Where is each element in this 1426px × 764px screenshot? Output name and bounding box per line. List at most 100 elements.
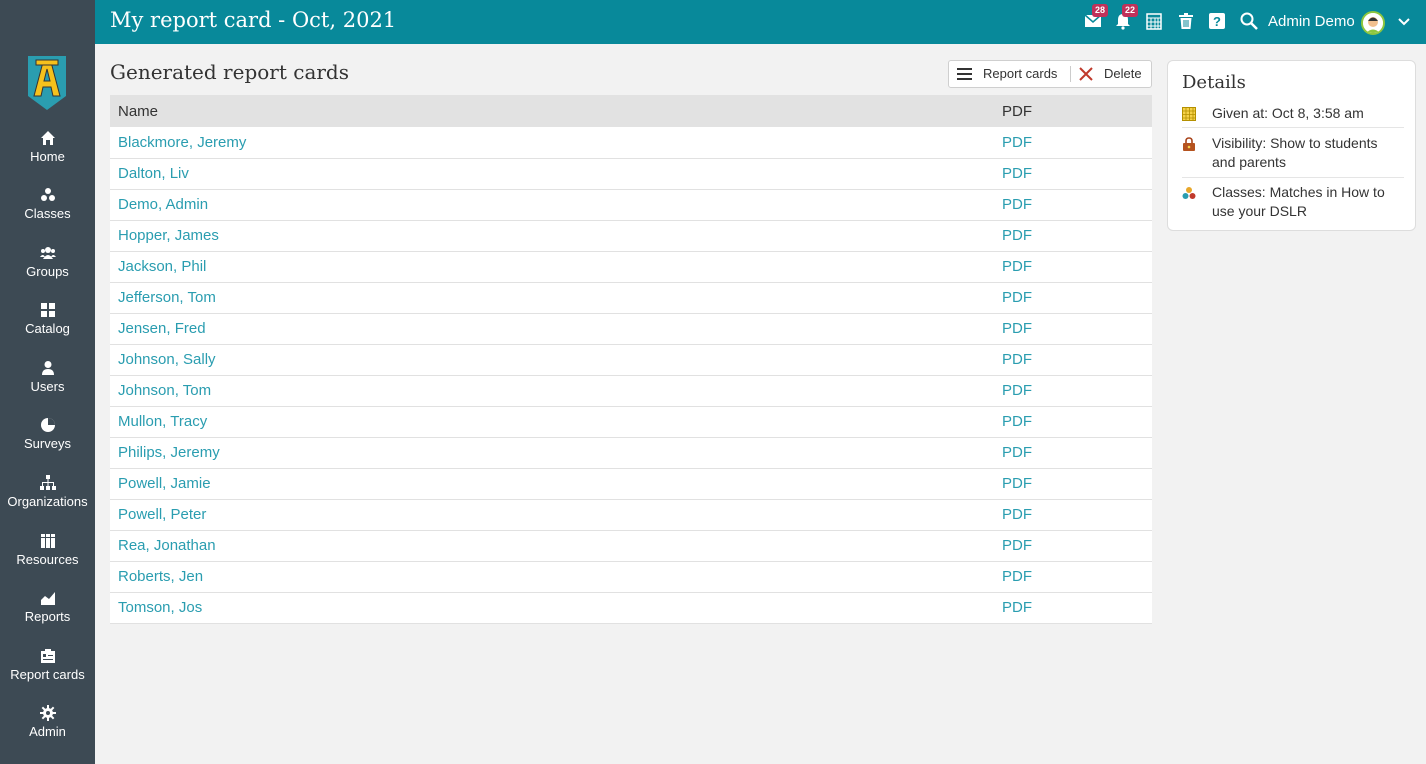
student-name-link[interactable]: Johnson, Tom	[110, 375, 994, 407]
student-name-link[interactable]: Rea, Jonathan	[110, 530, 994, 562]
home-icon	[40, 131, 55, 145]
notifications-button[interactable]: 22	[1114, 4, 1139, 32]
table-row: Jefferson, Tom PDF	[110, 282, 1152, 314]
table-row: Blackmore, Jeremy PDF	[110, 127, 1152, 159]
app-logo[interactable]	[28, 56, 66, 110]
student-name-link[interactable]: Jensen, Fred	[110, 313, 994, 345]
pdf-link[interactable]: PDF	[994, 499, 1152, 531]
pdf-link[interactable]: PDF	[994, 375, 1152, 407]
sidebar-item-catalog[interactable]: Catalog	[0, 302, 95, 337]
report-cards-icon	[40, 649, 55, 663]
sidebar-item-surveys[interactable]: Surveys	[0, 417, 95, 452]
sidebar-item-classes[interactable]: Classes	[0, 187, 95, 222]
close-x-icon	[1079, 67, 1093, 81]
student-name-link[interactable]: Powell, Peter	[110, 499, 994, 531]
help-button[interactable]: ?	[1208, 12, 1228, 32]
sidebar-item-admin[interactable]: Admin	[0, 705, 95, 740]
top-bar: My report card - Oct, 2021 28 22 ? Admin…	[95, 0, 1426, 44]
chevron-down-icon[interactable]	[1396, 14, 1412, 30]
table-row: Hopper, James PDF	[110, 220, 1152, 252]
avatar-image	[1363, 13, 1383, 33]
classes-icon	[1182, 187, 1196, 199]
toolbar-divider	[1070, 66, 1071, 82]
pdf-link[interactable]: PDF	[994, 592, 1152, 624]
sidebar-item-report-cards[interactable]: Report cards	[0, 648, 95, 683]
pdf-link[interactable]: PDF	[994, 530, 1152, 562]
pdf-link[interactable]: PDF	[994, 189, 1152, 221]
trash-button[interactable]	[1177, 12, 1197, 32]
pdf-link[interactable]: PDF	[994, 282, 1152, 314]
pdf-link[interactable]: PDF	[994, 437, 1152, 469]
student-name-link[interactable]: Demo, Admin	[110, 189, 994, 221]
avatar[interactable]	[1361, 11, 1385, 35]
messages-button[interactable]: 28	[1084, 4, 1109, 32]
column-header-pdf[interactable]: PDF	[994, 95, 1152, 127]
search-icon	[1240, 12, 1258, 30]
student-name-link[interactable]: Roberts, Jen	[110, 561, 994, 593]
table-row: Dalton, Liv PDF	[110, 158, 1152, 190]
table-header-row: Name PDF	[110, 95, 1152, 127]
pdf-link[interactable]: PDF	[994, 158, 1152, 190]
pdf-link[interactable]: PDF	[994, 251, 1152, 283]
report-cards-label: Report cards	[983, 66, 1058, 81]
catalog-icon	[40, 303, 55, 317]
help-icon: ?	[1209, 13, 1225, 29]
sidebar-item-organizations[interactable]: Organizations	[0, 475, 95, 510]
sidebar-item-label: Admin	[29, 724, 66, 739]
classes-icon	[40, 188, 55, 201]
table-row: Johnson, Tom PDF	[110, 375, 1152, 407]
student-name-link[interactable]: Hopper, James	[110, 220, 994, 252]
calendar-icon	[1146, 13, 1162, 30]
organizations-icon	[39, 475, 56, 490]
lock-icon	[1183, 137, 1195, 151]
student-name-link[interactable]: Jefferson, Tom	[110, 282, 994, 314]
sidebar: Home Classes Groups Catalog Users Survey…	[0, 0, 95, 764]
sidebar-item-resources[interactable]: Resources	[0, 533, 95, 568]
user-menu-name[interactable]: Admin Demo	[1268, 13, 1355, 30]
pdf-link[interactable]: PDF	[994, 313, 1152, 345]
pdf-link[interactable]: PDF	[994, 344, 1152, 376]
student-name-link[interactable]: Philips, Jeremy	[110, 437, 994, 469]
sidebar-item-home[interactable]: Home	[0, 130, 95, 165]
sidebar-item-label: Resources	[16, 552, 79, 567]
pdf-link[interactable]: PDF	[994, 127, 1152, 159]
details-visibility: Visibility: Show to students and parents	[1182, 134, 1404, 172]
column-header-name[interactable]: Name	[110, 95, 994, 127]
table-row: Jackson, Phil PDF	[110, 251, 1152, 283]
search-button[interactable]	[1240, 12, 1260, 32]
report-cards-menu-button[interactable]: Report cards	[957, 61, 1067, 87]
sidebar-item-label: Report cards	[10, 667, 85, 682]
student-name-link[interactable]: Dalton, Liv	[110, 158, 994, 190]
table-row: Philips, Jeremy PDF	[110, 437, 1152, 469]
pdf-link[interactable]: PDF	[994, 561, 1152, 593]
divider	[1182, 177, 1404, 178]
pdf-link[interactable]: PDF	[994, 468, 1152, 500]
report-cards-table: Name PDF Blackmore, Jeremy PDF Dalton, Liv…	[110, 95, 1152, 624]
page-title: My report card - Oct, 2021	[110, 8, 397, 32]
student-name-link[interactable]: Tomson, Jos	[110, 592, 994, 624]
visibility-text: Visibility: Show to students and parents	[1212, 135, 1378, 170]
student-name-link[interactable]: Blackmore, Jeremy	[110, 127, 994, 159]
delete-button[interactable]: Delete	[1079, 61, 1149, 87]
table-row: Demo, Admin PDF	[110, 189, 1152, 221]
calendar-icon	[1182, 107, 1196, 121]
pdf-link[interactable]: PDF	[994, 220, 1152, 252]
calendar-button[interactable]	[1145, 12, 1165, 32]
table-row: Powell, Jamie PDF	[110, 468, 1152, 500]
svg-text:?: ?	[1213, 14, 1221, 29]
sidebar-item-reports[interactable]: Reports	[0, 590, 95, 625]
sidebar-item-groups[interactable]: Groups	[0, 245, 95, 280]
student-name-link[interactable]: Mullon, Tracy	[110, 406, 994, 438]
details-given-at: Given at: Oct 8, 3:58 am	[1182, 104, 1404, 123]
details-panel: Details Given at: Oct 8, 3:58 am Visibil…	[1167, 60, 1416, 231]
sidebar-item-users[interactable]: Users	[0, 360, 95, 395]
table-row: Mullon, Tracy PDF	[110, 406, 1152, 438]
divider	[1182, 127, 1404, 128]
student-name-link[interactable]: Johnson, Sally	[110, 344, 994, 376]
table-row: Powell, Peter PDF	[110, 499, 1152, 531]
messages-badge: 28	[1092, 4, 1109, 17]
notifications-badge: 22	[1122, 4, 1139, 17]
student-name-link[interactable]: Jackson, Phil	[110, 251, 994, 283]
pdf-link[interactable]: PDF	[994, 406, 1152, 438]
student-name-link[interactable]: Powell, Jamie	[110, 468, 994, 500]
